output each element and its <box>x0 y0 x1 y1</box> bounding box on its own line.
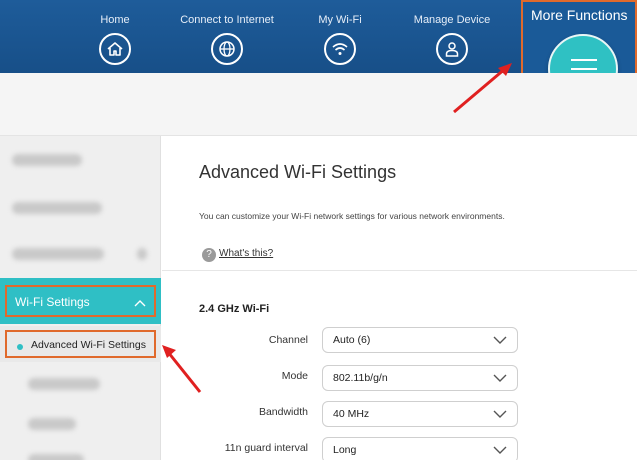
nav-manage-device-label: Manage Device <box>413 14 491 26</box>
router-admin-page: Home Connect to Internet My Wi-Fi Manage… <box>0 0 637 460</box>
bandwidth-value: 40 MHz <box>333 408 370 420</box>
sidebar-item-blurred[interactable] <box>12 202 102 214</box>
red-arrow-to-more-functions-icon <box>453 63 512 114</box>
wifi-icon <box>324 33 356 65</box>
sidebar-item-blurred[interactable] <box>28 378 100 390</box>
bandwidth-select[interactable]: 40 MHz <box>322 401 518 427</box>
guard-interval-select[interactable]: Long <box>322 437 518 460</box>
sidebar-item-blurred[interactable] <box>12 154 82 166</box>
whats-this-link[interactable]: What's this? <box>219 248 273 259</box>
sidebar-item-wifi-settings[interactable]: Wi-Fi Settings <box>0 278 161 324</box>
wifi-settings-highlight: Wi-Fi Settings <box>5 285 156 317</box>
globe-icon <box>211 33 243 65</box>
help-icon[interactable]: ? <box>202 248 216 262</box>
advanced-wifi-label: Advanced Wi-Fi Settings <box>31 339 146 351</box>
top-navigation-bar: Home Connect to Internet My Wi-Fi Manage… <box>0 0 637 110</box>
chevron-down-icon <box>493 410 507 418</box>
nav-my-wifi[interactable]: My Wi-Fi <box>285 0 395 73</box>
section-divider <box>162 270 637 271</box>
nav-home-label: Home <box>100 14 130 26</box>
chevron-down-icon <box>493 374 507 382</box>
sidebar-item-blurred[interactable] <box>28 454 84 460</box>
channel-value: Auto (6) <box>333 334 371 346</box>
nav-my-wifi-label: My Wi-Fi <box>318 14 362 26</box>
sub-header-bar <box>0 73 637 136</box>
sidebar-item-blurred[interactable] <box>28 418 76 430</box>
red-arrow-to-advanced-wifi-icon <box>162 345 202 393</box>
mode-select[interactable]: 802.11b/g/n <box>322 365 518 391</box>
main-content: Advanced Wi-Fi Settings You can customiz… <box>162 136 637 460</box>
section-title-24ghz: 2.4 GHz Wi-Fi <box>199 303 270 315</box>
mode-value: 802.11b/g/n <box>333 372 388 384</box>
channel-select[interactable]: Auto (6) <box>322 327 518 353</box>
active-dot-icon <box>17 344 23 350</box>
guard-interval-value: Long <box>333 444 357 456</box>
more-functions-label: More Functions <box>531 7 628 23</box>
wifi-settings-label: Wi-Fi Settings <box>15 295 90 309</box>
nav-connect-label: Connect to Internet <box>180 14 274 26</box>
nav-home[interactable]: Home <box>60 0 170 73</box>
page-title: Advanced Wi-Fi Settings <box>199 162 397 182</box>
sidebar-item-blurred[interactable] <box>12 248 104 260</box>
chevron-up-icon <box>134 300 146 307</box>
guard-interval-label: 11n guard interval <box>224 442 308 454</box>
page-description: You can customize your Wi-Fi network set… <box>199 211 505 221</box>
sidebar-menu: Wi-Fi Settings Advanced Wi-Fi Settings <box>0 136 161 460</box>
home-icon <box>99 33 131 65</box>
sidebar-chevron-blurred <box>137 248 147 260</box>
advanced-wifi-highlight: Advanced Wi-Fi Settings <box>5 330 156 358</box>
chevron-down-icon <box>493 446 507 454</box>
nav-connect-to-internet[interactable]: Connect to Internet <box>172 0 282 73</box>
chevron-down-icon <box>493 336 507 344</box>
bandwidth-label: Bandwidth <box>258 406 308 418</box>
sidebar-item-advanced-wifi-settings[interactable]: Advanced Wi-Fi Settings <box>0 326 161 362</box>
